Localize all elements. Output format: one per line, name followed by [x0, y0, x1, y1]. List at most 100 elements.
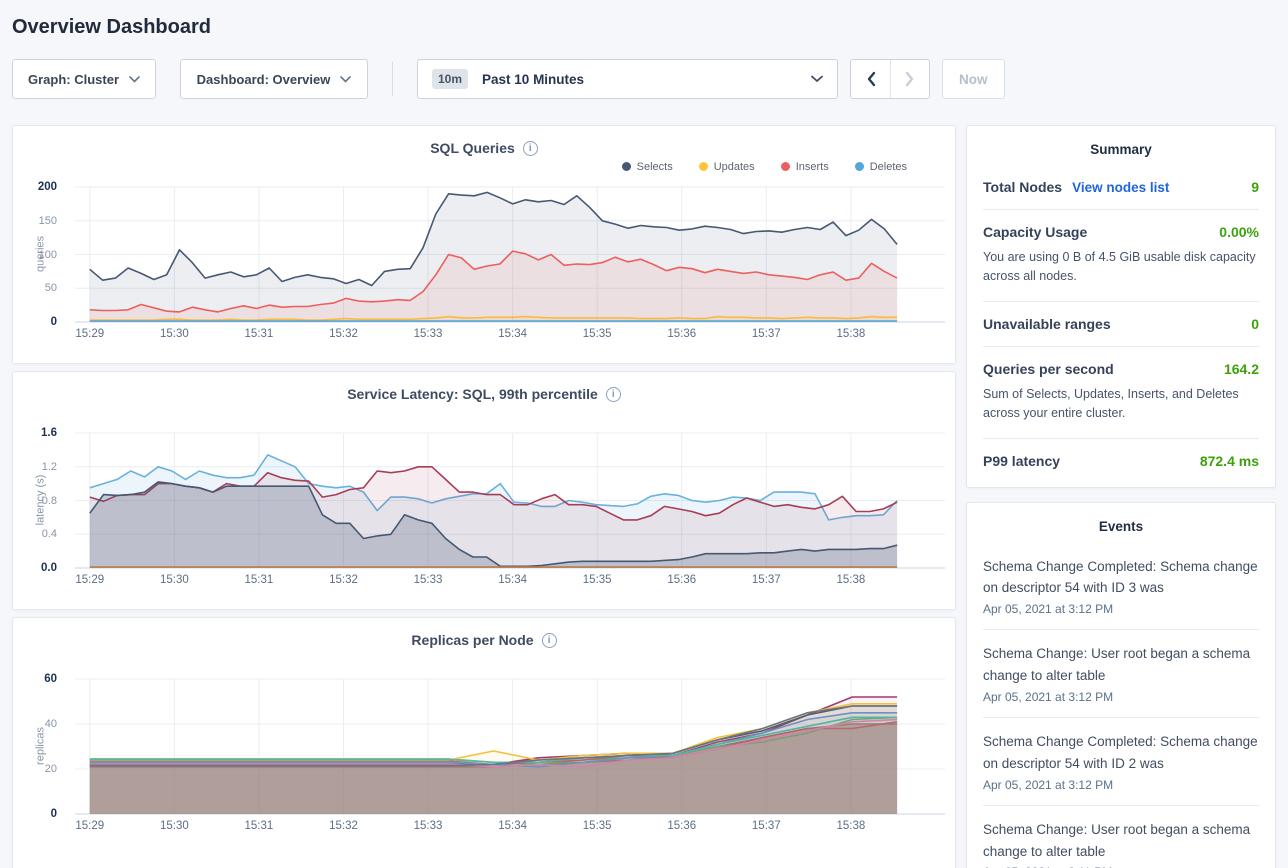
y-axis-ticks: 0.00.40.81.21.6 [13, 433, 67, 568]
y-tick: 0.8 [42, 495, 57, 507]
time-forward-button[interactable] [890, 60, 929, 98]
info-icon[interactable]: i [542, 633, 557, 648]
y-tick: 100 [39, 249, 57, 261]
summary-label: Queries per second [983, 361, 1114, 377]
y-tick: 0 [51, 316, 57, 328]
x-tick: 15:29 [75, 328, 104, 340]
toolbar: Graph: Cluster Dashboard: Overview 10m P… [12, 59, 1276, 99]
summary-label: Unavailable ranges [983, 316, 1111, 332]
x-tick: 15:30 [160, 820, 189, 832]
plot-area[interactable] [75, 433, 945, 568]
x-tick: 15:30 [160, 574, 189, 586]
view-nodes-link[interactable]: View nodes list [1072, 180, 1169, 195]
event-message: Schema Change: User root began a schema … [983, 643, 1259, 687]
x-tick: 15:34 [498, 574, 527, 586]
x-tick: 15:35 [583, 328, 612, 340]
x-tick: 15:38 [836, 820, 865, 832]
time-nav-group [850, 59, 930, 99]
chart-legend: Selects Updates Inserts Deletes [13, 156, 955, 177]
info-icon[interactable]: i [523, 141, 538, 156]
y-tick: 0 [51, 808, 57, 820]
chevron-down-icon [129, 76, 140, 83]
event-timestamp: Apr 05, 2021 at 3:12 PM [983, 778, 1259, 792]
chart-header: Replicas per Node i [13, 618, 955, 648]
legend-item[interactable]: Updates [699, 161, 755, 173]
summary-label: P99 latency [983, 453, 1060, 469]
legend-item[interactable]: Inserts [781, 161, 829, 173]
sql-queries-chart: queries 050100150200 15:2915:3015:3115:3… [13, 187, 955, 349]
legend-item[interactable]: Selects [622, 161, 673, 173]
event-item: Schema Change Completed: Schema change o… [983, 556, 1259, 617]
graph-dropdown[interactable]: Graph: Cluster [12, 59, 156, 99]
dashboard-dropdown[interactable]: Dashboard: Overview [180, 59, 368, 99]
event-timestamp: Apr 05, 2021 at 3:12 PM [983, 690, 1259, 704]
summary-row-unavailable-ranges: Unavailable ranges 0 [983, 316, 1259, 332]
y-tick: 40 [45, 718, 57, 730]
event-timestamp: Apr 05, 2021 at 3:12 PM [983, 602, 1259, 616]
summary-label: Capacity Usage [983, 224, 1087, 240]
main-content: SQL Queries i SelectsUpdatesInsertsDelet… [12, 125, 1276, 868]
chevron-right-icon [905, 71, 915, 87]
time-range-label: Past 10 Minutes [482, 72, 584, 87]
x-tick: 15:36 [667, 574, 696, 586]
legend-dot [699, 162, 708, 171]
legend-item[interactable]: Deletes [855, 161, 907, 173]
x-axis-ticks: 15:2915:3015:3115:3215:3315:3415:3515:36… [75, 820, 945, 836]
event-message: Schema Change Completed: Schema change o… [983, 556, 1259, 600]
plot-area[interactable] [75, 187, 945, 322]
x-tick: 15:29 [75, 820, 104, 832]
x-tick: 15:38 [836, 328, 865, 340]
legend-dot [855, 162, 864, 171]
event-item: Schema Change: User root began a schema … [983, 819, 1259, 868]
time-back-button[interactable] [851, 60, 890, 98]
y-tick: 50 [45, 282, 57, 294]
x-tick: 15:32 [329, 328, 358, 340]
event-item: Schema Change Completed: Schema change o… [983, 731, 1259, 792]
x-tick: 15:37 [752, 574, 781, 586]
now-button[interactable]: Now [942, 59, 1005, 99]
x-tick: 15:37 [752, 328, 781, 340]
x-tick: 15:33 [414, 820, 443, 832]
summary-row-total-nodes: Total Nodes View nodes list 9 [983, 179, 1259, 195]
x-tick: 15:35 [583, 574, 612, 586]
chevron-left-icon [866, 71, 876, 87]
summary-value: 872.4 ms [1200, 453, 1259, 469]
chart-legend [13, 402, 955, 423]
graph-dropdown-label: Graph: Cluster [28, 72, 119, 87]
chevron-down-icon [340, 76, 351, 83]
x-tick: 15:32 [329, 820, 358, 832]
summary-row-capacity-usage: Capacity Usage 0.00% You are using 0 B o… [983, 224, 1259, 287]
y-tick: 0.4 [42, 528, 57, 540]
divider [983, 438, 1259, 439]
x-tick: 15:34 [498, 328, 527, 340]
chart-title: Replicas per Node [411, 632, 533, 648]
x-tick: 15:31 [245, 820, 274, 832]
divider [983, 717, 1259, 718]
x-tick: 15:36 [667, 328, 696, 340]
time-range-badge: 10m [432, 69, 468, 89]
time-range-dropdown[interactable]: 10m Past 10 Minutes [417, 59, 838, 99]
y-tick: 200 [38, 181, 57, 193]
plot-area[interactable] [75, 679, 945, 814]
page-title: Overview Dashboard [12, 0, 1276, 59]
y-axis-ticks: 050100150200 [13, 187, 67, 322]
x-tick: 15:36 [667, 820, 696, 832]
event-item: Schema Change: User root began a schema … [983, 643, 1259, 704]
summary-note: Sum of Selects, Updates, Inserts, and De… [983, 385, 1259, 424]
summary-value: 164.2 [1224, 361, 1259, 377]
events-panel: Events Schema Change Completed: Schema c… [966, 502, 1276, 868]
summary-value: 0.00% [1219, 224, 1259, 240]
y-tick: 0.0 [41, 562, 57, 574]
legend-dot [781, 162, 790, 171]
sql-queries-panel: SQL Queries i SelectsUpdatesInsertsDelet… [12, 125, 956, 364]
toolbar-divider [392, 62, 393, 96]
chart-legend [13, 648, 955, 669]
legend-dot [622, 162, 631, 171]
x-tick: 15:31 [245, 328, 274, 340]
summary-value: 9 [1251, 179, 1259, 195]
x-tick: 15:30 [160, 328, 189, 340]
summary-row-p99-latency: P99 latency 872.4 ms [983, 453, 1259, 469]
info-icon[interactable]: i [606, 387, 621, 402]
chart-title: Service Latency: SQL, 99th percentile [347, 386, 598, 402]
y-axis-ticks: 0204060 [13, 679, 67, 814]
